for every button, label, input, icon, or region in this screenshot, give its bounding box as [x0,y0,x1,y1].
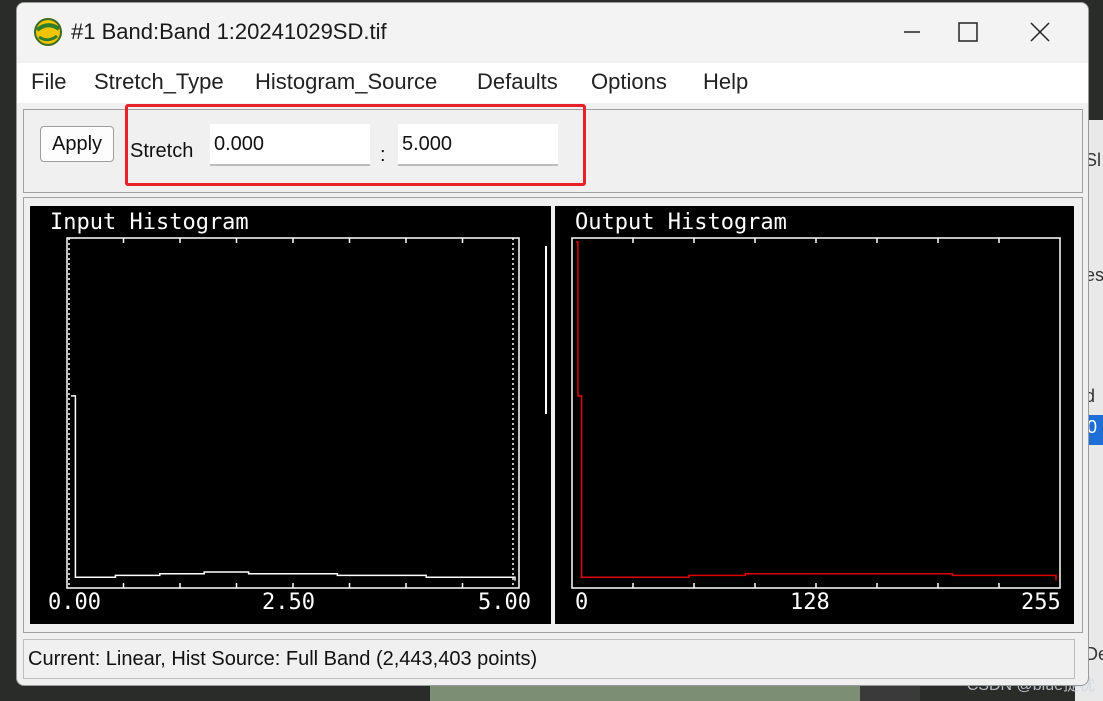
output-tick-label: 128 [790,590,830,615]
output-histogram-plot[interactable]: Output Histogram 0 128 255 [555,206,1074,624]
close-button[interactable] [1017,3,1063,61]
histogram-curve [71,395,516,581]
output-tick-label: 0 [575,590,589,615]
title-bar[interactable]: #1 Band:Band 1:20241029SD.tif [17,3,1088,61]
histogram-curve [576,241,1057,581]
background-selection: 0 [1087,415,1103,445]
close-icon [1030,22,1050,42]
histogram-panel: Input Histogram 0.00 2.50 5.00 Output Hi… [23,197,1083,633]
output-histogram-title: Output Histogram [575,210,787,235]
input-histogram-chart[interactable] [30,206,551,624]
menu-file[interactable]: File [31,69,66,95]
input-histogram-title: Input Histogram [50,210,249,235]
apply-button[interactable]: Apply [40,126,114,162]
menu-defaults[interactable]: Defaults [477,69,558,95]
stretch-toolbar: Apply Stretch : [23,104,1083,193]
envi-app-icon [34,18,62,46]
input-tick-label: 0.00 [48,590,101,615]
minimize-icon [904,31,920,33]
menu-histogram-source[interactable]: Histogram_Source [255,69,437,95]
window-title: #1 Band:Band 1:20241029SD.tif [71,19,387,44]
plot-axis-frame [66,237,520,589]
output-tick-label: 255 [1021,590,1061,615]
input-tick-label: 5.00 [478,590,531,615]
menu-stretch-type[interactable]: Stretch_Type [94,69,224,95]
output-histogram-chart[interactable] [555,206,1074,624]
status-bar: Current: Linear, Hist Source: Full Band … [23,639,1075,679]
menu-help[interactable]: Help [703,69,748,95]
menu-bar: File Stretch_Type Histogram_Source Defau… [17,63,1088,103]
input-tick-label: 2.50 [262,590,315,615]
minimize-button[interactable] [889,3,935,61]
maximize-icon [958,22,978,42]
status-text: Current: Linear, Hist Source: Full Band … [28,648,538,670]
plot-axis-frame [571,237,1061,589]
highlight-annotation [125,104,586,186]
maximize-button[interactable] [945,3,991,61]
input-histogram-plot[interactable]: Input Histogram 0.00 2.50 5.00 [30,206,551,624]
menu-options[interactable]: Options [591,69,667,95]
histogram-stretch-dialog: #1 Band:Band 1:20241029SD.tif File Stret… [16,2,1089,686]
